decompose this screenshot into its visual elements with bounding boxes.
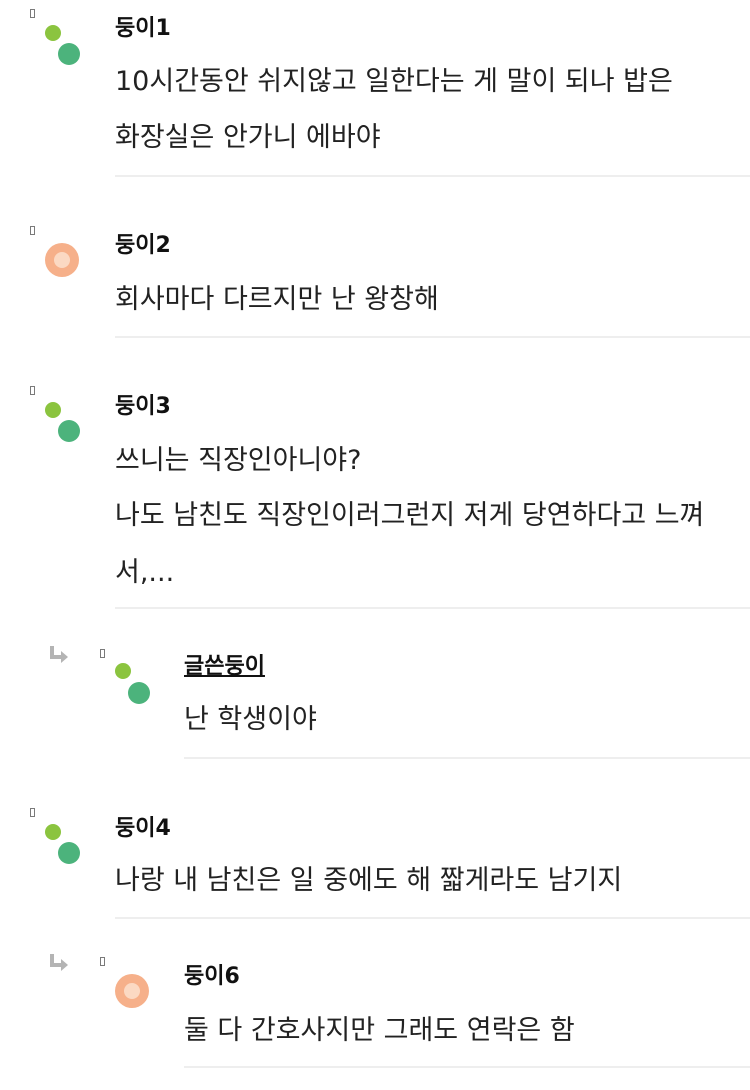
avatar[interactable] xyxy=(115,974,149,1008)
reply-arrow-icon xyxy=(50,954,68,971)
comment-text-line: 둘 다 간호사지만 그래도 연락은 함 xyxy=(184,1015,575,1046)
comment-author[interactable]: 둥이6 xyxy=(184,958,240,990)
comment-marker-icon xyxy=(100,957,105,966)
divider xyxy=(184,1066,750,1068)
reply-comment: 둥이6 둘 다 간호사지만 그래도 연락은 함 xyxy=(0,0,750,1070)
